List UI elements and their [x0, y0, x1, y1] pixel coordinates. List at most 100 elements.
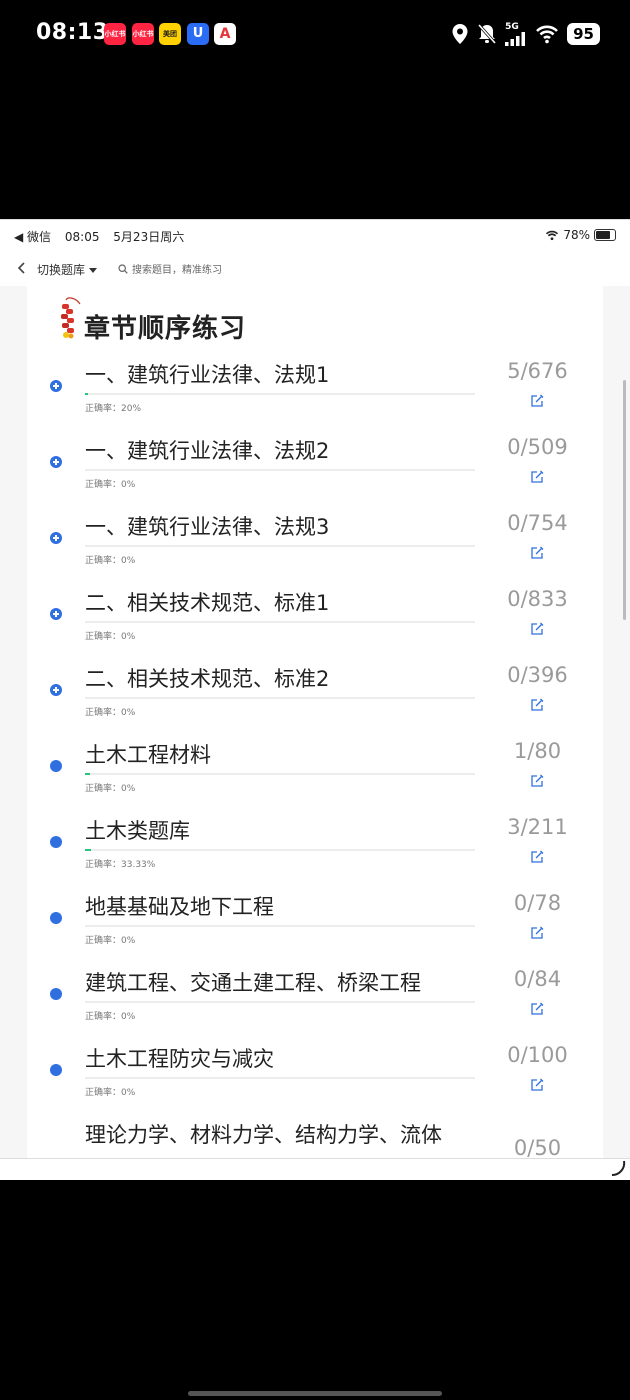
accuracy-label: 正确率：0%	[85, 784, 136, 794]
battery-level: 95	[567, 23, 600, 45]
progress-track	[85, 925, 475, 927]
top-nav: 切换题库 搜索题目，精准练习	[0, 252, 630, 286]
chapter-row[interactable]: 地基基础及地下工程 正确率：0% 0/78	[0, 884, 630, 960]
wifi-icon	[536, 25, 559, 44]
chapter-row[interactable]: 土木类题库正确率：33.33% 3/211	[0, 808, 630, 884]
back-chevron-icon[interactable]	[14, 260, 30, 276]
edit-practice-icon[interactable]	[530, 698, 544, 712]
search-icon	[118, 263, 128, 274]
a-app-icon: A	[214, 23, 236, 45]
bullet-dot-icon	[50, 988, 62, 1000]
location-icon	[452, 24, 468, 44]
network-type: 5G	[505, 21, 519, 32]
question-count: 0/833	[507, 587, 568, 611]
inner-battery-percent: 78%	[563, 228, 590, 242]
back-to-wechat[interactable]: ◀ 微信	[14, 230, 51, 244]
expand-plus-icon[interactable]	[50, 380, 62, 392]
chapter-title[interactable]: 土木工程防灾与减灾	[85, 1043, 274, 1073]
edit-practice-icon[interactable]	[530, 774, 544, 788]
edit-practice-icon[interactable]	[530, 546, 544, 560]
inner-status-bar: ◀ 微信 08:05 5月23日周六 78%	[0, 220, 630, 250]
accuracy-label: 正确率：0%	[85, 936, 136, 946]
expand-plus-icon[interactable]	[50, 608, 62, 620]
wifi-icon	[546, 230, 559, 240]
u-app-icon: U	[187, 23, 209, 45]
section-title: 章节顺序练习	[84, 314, 247, 344]
accuracy-label: 正确率：0%	[85, 556, 136, 566]
edit-practice-icon[interactable]	[530, 470, 544, 484]
inner-time: 08:05	[64, 230, 100, 244]
progress-track	[85, 849, 475, 851]
caret-down-icon	[88, 267, 97, 273]
chapter-title[interactable]: 理论力学、材料力学、结构力学、流体	[85, 1119, 442, 1149]
accuracy-label: 正确率：0%	[85, 1088, 136, 1098]
question-count: 0/396	[507, 663, 568, 687]
progress-track	[85, 545, 475, 547]
xiaohongshu-app-icon: 小红书	[104, 23, 126, 45]
bullet-dot-icon	[50, 836, 62, 848]
edit-practice-icon[interactable]	[530, 1002, 544, 1016]
chapter-row[interactable]: 一、建筑行业法律、法规3 正确率：0% 0/754	[0, 504, 630, 580]
section-heading: 章节顺序练习	[58, 296, 358, 344]
content-area: 章节顺序练习 一、建筑行业法律、法规1 正确率：20% 5/676 一、建筑行业法律、…	[0, 286, 630, 1160]
accuracy-label: 正确率：33.33%	[85, 860, 156, 870]
switch-question-bank-dropdown[interactable]: 切换题库	[37, 261, 97, 278]
chapter-row[interactable]: 建筑工程、交通土建工程、桥梁工程正确率：0% 0/84	[0, 960, 630, 1036]
edit-practice-icon[interactable]	[530, 394, 544, 408]
chapter-row[interactable]: 一、建筑行业法律、法规2 正确率：0% 0/509	[0, 428, 630, 504]
scrollbar[interactable]	[623, 380, 626, 620]
expand-plus-icon[interactable]	[50, 532, 62, 544]
chapter-title[interactable]: 土木工程材料	[85, 739, 211, 769]
chapter-row[interactable]: 土木工程防灾与减灾正确率：0% 0/100	[0, 1036, 630, 1112]
accuracy-label: 正确率：0%	[85, 480, 136, 490]
accuracy-label: 正确率：0%	[85, 1012, 136, 1022]
firecracker-icon	[61, 297, 81, 339]
chapter-title[interactable]: 建筑工程、交通土建工程、桥梁工程	[85, 967, 421, 997]
expand-plus-icon[interactable]	[50, 684, 62, 696]
question-count: 3/211	[507, 815, 568, 839]
question-count: 0/100	[507, 1043, 568, 1067]
inner-status-right: 78%	[545, 228, 616, 242]
progress-track	[85, 773, 475, 775]
xiaohongshu-app-icon: 小红书	[132, 23, 154, 45]
inner-status-left: ◀ 微信 08:05 5月23日周六	[14, 228, 184, 245]
question-count: 5/676	[507, 359, 568, 383]
question-count: 0/754	[507, 511, 568, 535]
mute-bell-icon	[478, 24, 497, 44]
chapter-row[interactable]: 二、相关技术规范、标准1 正确率：0% 0/833	[0, 580, 630, 656]
accuracy-label: 正确率：20%	[85, 404, 142, 414]
question-count: 1/80	[513, 739, 562, 763]
battery-icon	[594, 229, 616, 241]
accuracy-label: 正确率：0%	[85, 708, 136, 718]
question-count: 0/84	[513, 967, 562, 991]
chapter-title[interactable]: 一、建筑行业法律、法规1	[85, 359, 329, 389]
home-indicator[interactable]	[188, 1391, 442, 1396]
expand-plus-icon[interactable]	[50, 456, 62, 468]
edit-practice-icon[interactable]	[530, 1078, 544, 1092]
chapter-row[interactable]: 土木工程材料正确率：0% 1/80	[0, 732, 630, 808]
edit-practice-icon[interactable]	[530, 622, 544, 636]
progress-track	[85, 697, 475, 699]
chapter-title[interactable]: 二、相关技术规范、标准1	[85, 587, 329, 617]
edit-practice-icon[interactable]	[530, 926, 544, 940]
chapter-row[interactable]: 二、相关技术规范、标准2 正确率：0% 0/396	[0, 656, 630, 732]
progress-track	[85, 1001, 475, 1003]
chapter-title[interactable]: 一、建筑行业法律、法规3	[85, 511, 329, 541]
progress-track	[85, 469, 475, 471]
switch-bank-label: 切换题库	[37, 263, 86, 277]
bullet-dot-icon	[50, 760, 62, 772]
chapter-title[interactable]: 一、建筑行业法律、法规2	[85, 435, 329, 465]
edit-practice-icon[interactable]	[530, 850, 544, 864]
signal-bars-icon	[505, 31, 526, 46]
progress-track	[85, 1077, 475, 1079]
progress-fill	[85, 849, 91, 851]
search-box[interactable]: 搜索题目，精准练习	[118, 261, 222, 276]
status-icons: 5G 95	[451, 22, 600, 46]
bullet-dot-icon	[50, 1064, 62, 1076]
chapter-title[interactable]: 土木类题库	[85, 815, 190, 845]
inner-date: 5月23日周六	[113, 230, 185, 244]
phone-time: 08:13	[36, 20, 109, 45]
chapter-title[interactable]: 地基基础及地下工程	[85, 891, 274, 921]
chapter-row[interactable]: 一、建筑行业法律、法规1 正确率：20% 5/676	[0, 352, 630, 428]
chapter-title[interactable]: 二、相关技术规范、标准2	[85, 663, 329, 693]
